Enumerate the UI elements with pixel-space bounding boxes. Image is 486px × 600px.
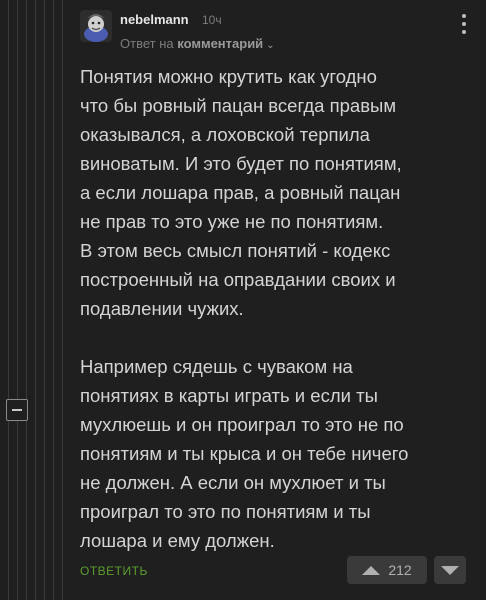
reply-prefix: Ответ на bbox=[120, 36, 174, 51]
thread-line bbox=[62, 0, 63, 600]
thread-line bbox=[26, 0, 27, 600]
chevron-down-icon: ⌄ bbox=[266, 40, 275, 51]
text-line: виноватым. И это будет по понятиям, bbox=[80, 153, 402, 174]
reply-button[interactable]: ОТВЕТИТЬ bbox=[80, 564, 148, 578]
reply-to-link[interactable]: Ответ на комментарий ⌄ bbox=[120, 36, 275, 51]
thread-line bbox=[8, 0, 9, 600]
reply-target: комментарий bbox=[177, 36, 264, 51]
text-line: В этом весь смысл понятий - кодекс bbox=[80, 240, 391, 261]
text-line: лошара и ему должен. bbox=[80, 530, 275, 551]
text-line: не должен. А если он мухлюет и ты bbox=[80, 472, 386, 493]
text-line: Понятия можно крутить как угодно bbox=[80, 66, 377, 87]
text-line: понятиям и ты крыса и он тебе ничего bbox=[80, 443, 409, 464]
text-line: понятиях в карты играть и если ты bbox=[80, 385, 378, 406]
collapse-thread-button[interactable] bbox=[6, 399, 28, 421]
text-line: что бы ровный пацан всегда правым bbox=[80, 95, 397, 116]
thread-line bbox=[35, 0, 36, 600]
thread-line bbox=[17, 0, 18, 600]
comment-paragraph: Понятия можно крутить как угодно что бы … bbox=[80, 62, 470, 323]
text-line: не прав то это уже не по понятиям. bbox=[80, 211, 384, 232]
thread-line bbox=[53, 0, 54, 600]
text-line: мухлюешь и он проиграл то это не по bbox=[80, 414, 404, 435]
username[interactable]: nebelmann bbox=[120, 12, 189, 27]
upvote-button[interactable]: 212 bbox=[347, 556, 427, 584]
minus-icon bbox=[12, 409, 22, 411]
comment-time: 10ч bbox=[202, 13, 222, 27]
comment-body: Понятия можно крутить как угодно что бы … bbox=[80, 62, 470, 555]
text-line: Например сядешь с чуваком на bbox=[80, 356, 353, 377]
text-line: а если лошара прав, а ровный пацан bbox=[80, 182, 401, 203]
avatar-image bbox=[80, 10, 112, 42]
text-line: построенный на оправдании своих и bbox=[80, 269, 396, 290]
downvote-icon bbox=[441, 565, 459, 575]
thread-line bbox=[44, 0, 45, 600]
more-options-icon[interactable] bbox=[462, 14, 466, 38]
comment-paragraph: Например сядешь с чуваком на понятиях в … bbox=[80, 352, 470, 555]
avatar[interactable] bbox=[80, 10, 112, 42]
rating-count: 212 bbox=[388, 562, 412, 578]
comment-header: nebelmann 10ч Ответ на комментарий ⌄ bbox=[80, 10, 486, 54]
downvote-button[interactable] bbox=[434, 556, 466, 584]
upvote-icon bbox=[362, 565, 381, 575]
text-line: оказывался, а лоховской терпила bbox=[80, 124, 370, 145]
text-line: подавлении чужих. bbox=[80, 298, 244, 319]
text-line: проиграл то это по понятиям и ты bbox=[80, 501, 371, 522]
